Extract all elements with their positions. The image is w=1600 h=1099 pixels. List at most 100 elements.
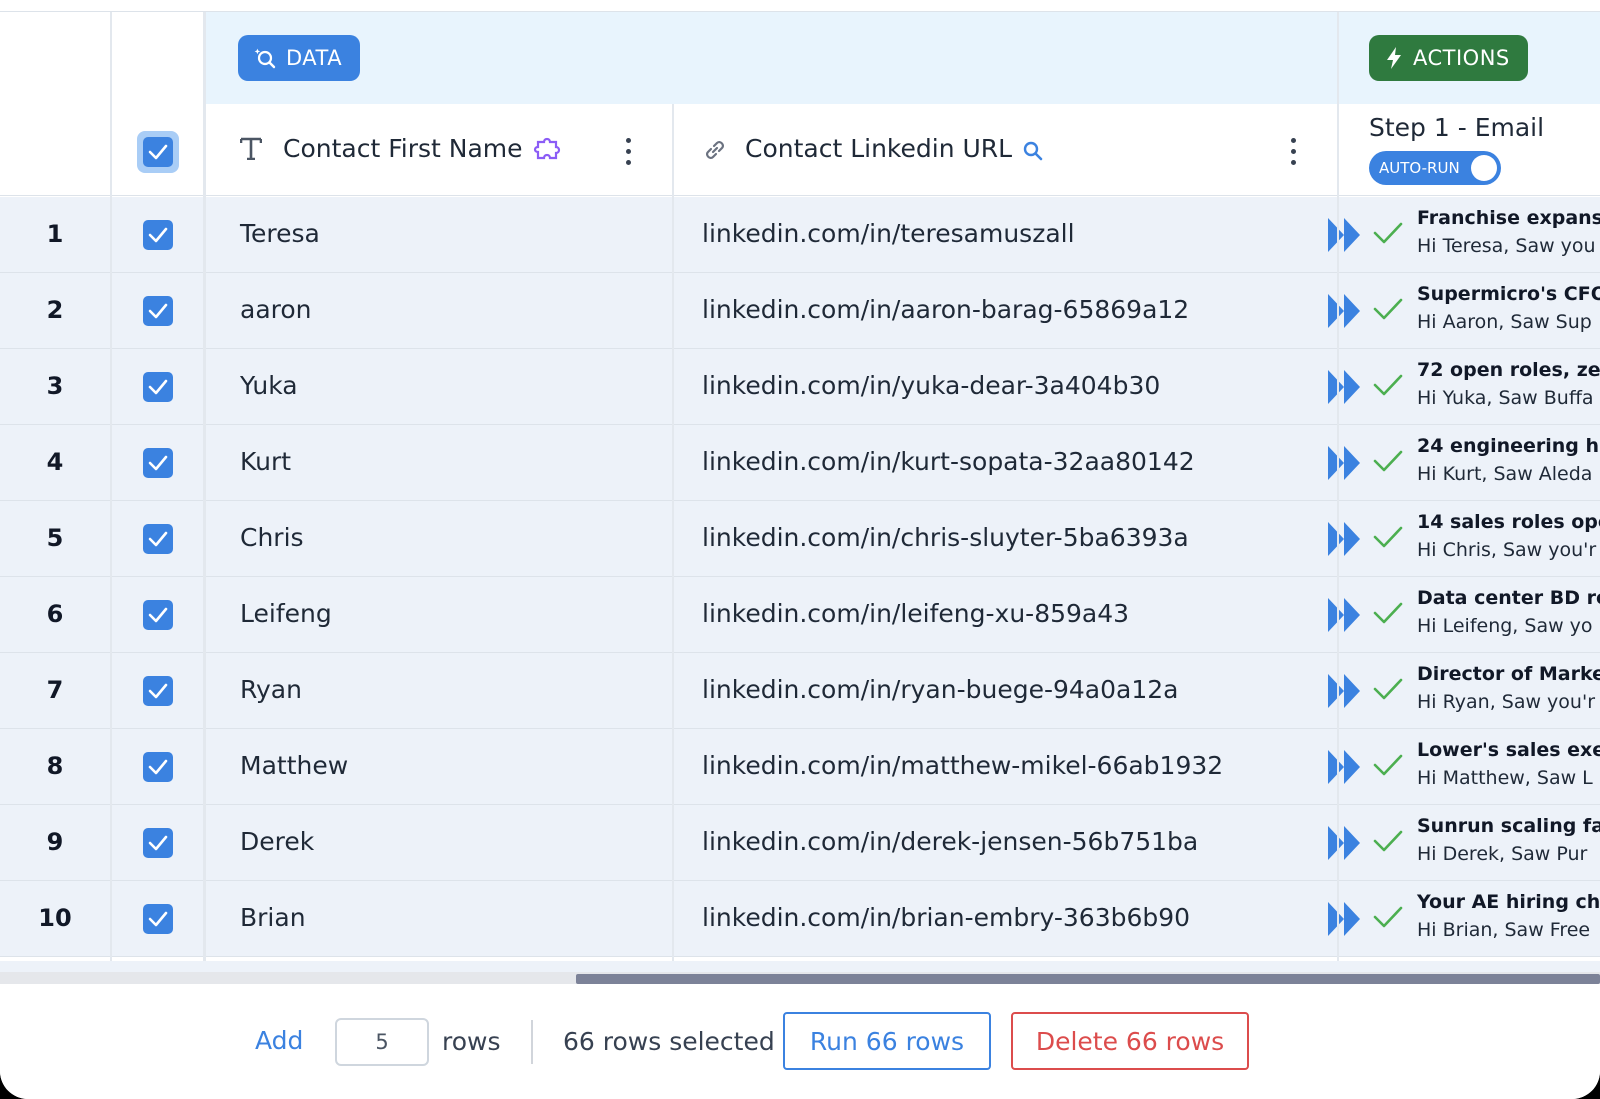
first-name-cell[interactable]: Brian <box>240 903 306 932</box>
select-all-checkbox[interactable] <box>143 137 173 167</box>
table-row[interactable]: 8 Matthew linkedin.com/in/matthew-mikel-66… <box>0 729 1600 805</box>
first-name-cell[interactable]: Leifeng <box>240 599 332 628</box>
delete-rows-button[interactable]: Delete 66 rows <box>1011 1012 1249 1070</box>
first-name-cell[interactable]: aaron <box>240 295 312 324</box>
table-row[interactable]: 2 aaron linkedin.com/in/aaron-barag-65869a… <box>0 273 1600 349</box>
row-number: 10 <box>38 904 72 932</box>
linkedin-url-cell[interactable]: linkedin.com/in/matthew-mikel-66ab1932 <box>702 751 1223 780</box>
first-name-cell[interactable]: Chris <box>240 523 304 552</box>
checkbox-check-icon <box>148 144 168 160</box>
double-chevron-run-icon[interactable] <box>1326 900 1362 938</box>
table-row[interactable]: 6 Leifeng linkedin.com/in/leifeng-xu-859a4… <box>0 577 1600 653</box>
actions-group-button[interactable]: ACTIONS <box>1369 35 1528 81</box>
linkedin-url-cell[interactable]: linkedin.com/in/chris-sluyter-5ba6393a <box>702 523 1189 552</box>
linkedin-url-cell[interactable]: linkedin.com/in/leifeng-xu-859a43 <box>702 599 1129 628</box>
checkmark-icon <box>1373 450 1403 472</box>
email-preview-cell[interactable]: Hi Brian, Saw Free <box>1417 919 1590 941</box>
checkbox-check-icon <box>148 531 168 547</box>
rows-count-input[interactable] <box>335 1018 429 1066</box>
row-checkbox[interactable] <box>143 676 173 706</box>
double-chevron-run-icon[interactable] <box>1326 368 1362 406</box>
double-chevron-run-icon[interactable] <box>1326 748 1362 786</box>
table-row[interactable]: 3 Yuka linkedin.com/in/yuka-dear-3a404b30 7… <box>0 349 1600 425</box>
email-subject-cell[interactable]: Your AE hiring cha <box>1417 891 1600 913</box>
table-row[interactable]: 5 Chris linkedin.com/in/chris-sluyter-5ba6… <box>0 501 1600 577</box>
row-checkbox[interactable] <box>143 752 173 782</box>
double-chevron-run-icon[interactable] <box>1326 292 1362 330</box>
email-subject-cell[interactable]: 72 open roles, zer <box>1417 359 1600 381</box>
table-row[interactable]: 7 Ryan linkedin.com/in/ryan-buege-94a0a12a… <box>0 653 1600 729</box>
add-rows-link[interactable]: Add <box>255 1026 303 1055</box>
column-header-linkedin-url[interactable]: Contact Linkedin URL <box>674 104 1337 194</box>
checkbox-check-icon <box>148 303 168 319</box>
double-chevron-run-icon[interactable] <box>1326 216 1362 254</box>
linkedin-url-cell[interactable]: linkedin.com/in/ryan-buege-94a0a12a <box>702 675 1178 704</box>
row-checkbox[interactable] <box>143 524 173 554</box>
row-checkbox[interactable] <box>143 828 173 858</box>
email-preview-cell[interactable]: Hi Derek, Saw Pur <box>1417 843 1587 865</box>
row-checkbox[interactable] <box>143 600 173 630</box>
linkedin-url-menu-icon[interactable] <box>1291 138 1297 166</box>
first-name-cell[interactable]: Ryan <box>240 675 302 704</box>
row-checkbox[interactable] <box>143 904 173 934</box>
table-row[interactable]: 9 Derek linkedin.com/in/derek-jensen-56b75… <box>0 805 1600 881</box>
auto-run-toggle[interactable]: AUTO-RUN <box>1369 151 1501 185</box>
email-preview-cell[interactable]: Hi Ryan, Saw you'r <box>1417 691 1595 713</box>
linkedin-url-cell[interactable]: linkedin.com/in/yuka-dear-3a404b30 <box>702 371 1160 400</box>
email-preview-cell[interactable]: Hi Kurt, Saw Aleda <box>1417 463 1592 485</box>
email-preview-cell[interactable]: Hi Leifeng, Saw yo <box>1417 615 1593 637</box>
email-subject-cell[interactable]: Data center BD res <box>1417 587 1600 609</box>
email-subject-cell[interactable]: Sunrun scaling fas <box>1417 815 1600 837</box>
horizontal-scrollbar-thumb[interactable] <box>576 974 1600 984</box>
row-checkbox[interactable] <box>143 296 173 326</box>
double-chevron-run-icon[interactable] <box>1326 444 1362 482</box>
email-subject-cell[interactable]: Supermicro's CFO <box>1417 283 1600 305</box>
first-name-cell[interactable]: Yuka <box>240 371 298 400</box>
first-name-menu-icon[interactable] <box>626 138 632 166</box>
email-preview-cell[interactable]: Hi Matthew, Saw L <box>1417 767 1593 789</box>
search-icon[interactable] <box>1022 140 1044 162</box>
linkedin-url-cell[interactable]: linkedin.com/in/teresamuszall <box>702 219 1075 248</box>
email-subject-cell[interactable]: Director of Market <box>1417 663 1600 685</box>
column-divider <box>203 12 206 972</box>
email-preview-cell[interactable]: Hi Chris, Saw you'r <box>1417 539 1596 561</box>
column-header-first-name[interactable]: Contact First Name <box>204 104 672 194</box>
double-chevron-run-icon[interactable] <box>1326 824 1362 862</box>
email-subject-cell[interactable]: Lower's sales exec <box>1417 739 1600 761</box>
checkmark-icon <box>1373 298 1403 320</box>
double-chevron-run-icon[interactable] <box>1326 596 1362 634</box>
row-checkbox[interactable] <box>143 372 173 402</box>
checkmark-icon <box>1373 830 1403 852</box>
double-chevron-run-icon[interactable] <box>1326 672 1362 710</box>
linkedin-url-cell[interactable]: linkedin.com/in/derek-jensen-56b751ba <box>702 827 1198 856</box>
linkedin-url-cell[interactable]: linkedin.com/in/aaron-barag-65869a12 <box>702 295 1189 324</box>
email-preview-cell[interactable]: Hi Aaron, Saw Sup <box>1417 311 1592 333</box>
email-subject-cell[interactable]: 14 sales roles ope <box>1417 511 1600 533</box>
data-group-button[interactable]: DATA <box>238 35 361 81</box>
row-checkbox[interactable] <box>143 220 173 250</box>
table-row[interactable]: 10 Brian linkedin.com/in/brian-embry-363b6… <box>0 881 1600 957</box>
row-divider <box>0 956 1600 957</box>
first-name-cell[interactable]: Derek <box>240 827 314 856</box>
first-name-cell[interactable]: Kurt <box>240 447 291 476</box>
app-frame: DATA ACTIONS Contact First Name Contact … <box>0 0 1600 1099</box>
linkedin-url-cell[interactable]: linkedin.com/in/brian-embry-363b6b90 <box>702 903 1190 932</box>
table-row[interactable]: 4 Kurt linkedin.com/in/kurt-sopata-32aa801… <box>0 425 1600 501</box>
run-rows-button[interactable]: Run 66 rows <box>783 1012 991 1070</box>
lightning-icon <box>1387 47 1401 69</box>
header-border <box>0 195 1600 196</box>
row-number: 5 <box>46 524 64 552</box>
table-row[interactable]: 1 Teresa linkedin.com/in/teresamuszall Fran… <box>0 197 1600 273</box>
column-divider <box>1337 12 1339 972</box>
double-chevron-run-icon[interactable] <box>1326 520 1362 558</box>
linkedin-url-cell[interactable]: linkedin.com/in/kurt-sopata-32aa80142 <box>702 447 1195 476</box>
email-preview-cell[interactable]: Hi Yuka, Saw Buffa <box>1417 387 1594 409</box>
email-preview-cell[interactable]: Hi Teresa, Saw you <box>1417 235 1596 257</box>
first-name-cell[interactable]: Teresa <box>240 219 320 248</box>
select-all-checkbox-wrap[interactable] <box>137 131 179 173</box>
row-checkbox[interactable] <box>143 448 173 478</box>
first-name-cell[interactable]: Matthew <box>240 751 348 780</box>
email-subject-cell[interactable]: Franchise expansi <box>1417 207 1600 229</box>
email-subject-cell[interactable]: 24 engineering hir <box>1417 435 1600 457</box>
puzzle-icon[interactable] <box>533 135 561 163</box>
